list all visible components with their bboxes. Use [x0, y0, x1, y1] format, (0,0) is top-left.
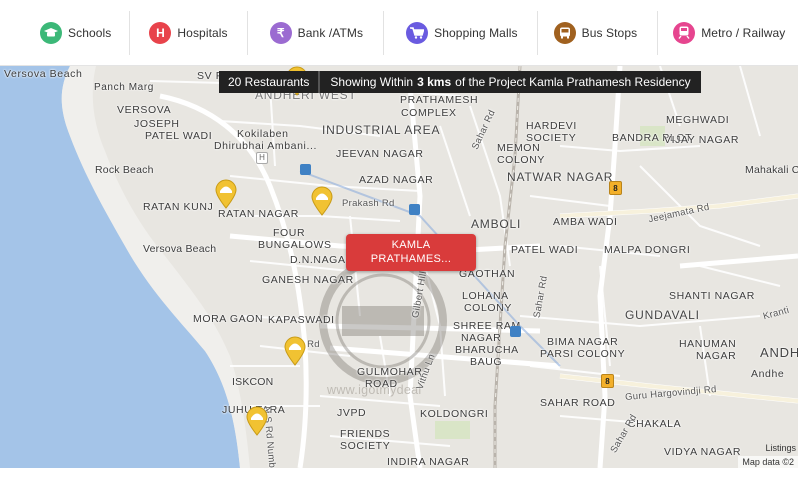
place-label: BAUG [470, 356, 503, 368]
category-bar: Schools H Hospitals ₹ Bank /ATMs Shoppin… [0, 0, 798, 66]
place-label: VIDYA NAGAR [664, 446, 742, 458]
map-attribution[interactable]: Map data ©2 [738, 456, 798, 468]
place-label: HARDEVI [526, 120, 577, 132]
place-label: ANDH [760, 345, 798, 360]
restaurant-marker-icon[interactable] [311, 186, 333, 216]
project-label-line1: KAMLA [391, 239, 431, 251]
metro-station-icon [300, 164, 311, 175]
place-label: PRATHAMESH [400, 94, 479, 106]
cart-icon [406, 21, 429, 44]
place-label: NAGAR [696, 350, 737, 362]
place-label: FRIENDS [340, 428, 391, 440]
place-label: MORA GAON [193, 313, 264, 325]
restaurant-marker-icon[interactable] [246, 406, 268, 436]
radius-distance: 3 kms [417, 75, 452, 89]
place-label: MEMON [497, 142, 541, 154]
place-label: BHARUCHA [455, 344, 519, 356]
hospital-icon: H [256, 152, 268, 164]
metro-station-icon [409, 204, 420, 215]
category-hospitals[interactable]: H Hospitals [130, 10, 248, 55]
place-label: KAPASWADI [268, 314, 335, 326]
place-label: ROAD [365, 378, 398, 390]
place-label: GUNDAVALI [625, 308, 700, 322]
results-info-bar: 20 Restaurants Showing Within 3 kms of t… [219, 71, 701, 93]
place-label: FOUR [273, 227, 306, 239]
category-label: Schools [68, 25, 112, 40]
place-label: GULMOHAR [357, 366, 423, 378]
place-label: KOLDONGRI [420, 408, 489, 420]
category-bank-atms[interactable]: ₹ Bank /ATMs [248, 10, 385, 55]
place-label: LOHANA [462, 290, 509, 302]
place-label: ISKCON [232, 376, 274, 388]
place-label: SHANTI NAGAR [669, 290, 755, 302]
place-label: BUNGALOWS [258, 239, 332, 251]
place-label: AMBA WADI [553, 216, 618, 228]
category-label: Metro / Railway [701, 25, 786, 40]
place-label: RATAN NAGAR [218, 208, 299, 220]
project-marker[interactable]: KAMLA PRATHAMES... [346, 234, 476, 271]
place-label: SOCIETY [340, 440, 391, 452]
place-label: HANUMAN [679, 338, 737, 350]
place-label: Versova Beach [143, 243, 217, 255]
place-label: AMBOLI [471, 217, 522, 231]
place-label: D.N.NAGAR [290, 254, 354, 266]
restaurant-marker-icon[interactable] [284, 336, 306, 366]
place-label: VIJAY NAGAR [664, 134, 740, 146]
place-label: MEGHWADI [666, 114, 730, 126]
place-label: Dhirubhai Ambani... [214, 140, 318, 152]
radius-prefix: Showing Within [330, 75, 414, 89]
place-label: INDUSTRIAL AREA [322, 123, 441, 137]
place-label: RATAN KUNJ [143, 201, 214, 213]
place-label: NAGAR [461, 332, 502, 344]
listings-label: Listings [765, 443, 796, 453]
highway-shield-icon: 8 [609, 181, 622, 195]
category-label: Bank /ATMs [297, 25, 364, 40]
place-label: COLONY [497, 154, 545, 166]
place-label: Kokilaben [237, 128, 289, 140]
place-label: MALPA DONGRI [604, 244, 691, 256]
project-label-line2: PRATHAMES... [370, 253, 452, 265]
category-metro-railway[interactable]: Metro / Railway [658, 11, 785, 55]
road-label: Panch Marg [94, 82, 154, 93]
place-label: VERSOVA [117, 104, 172, 116]
category-label: Shopping Malls [434, 25, 518, 40]
place-label: GANESH NAGAR [262, 274, 354, 286]
hospital-icon: H [149, 21, 172, 44]
place-label: JOSEPH [134, 118, 180, 130]
place-label: Rock Beach [95, 164, 154, 176]
category-shopping-malls[interactable]: Shopping Malls [384, 10, 538, 55]
place-label: PATEL WADI [145, 130, 213, 142]
train-icon [673, 21, 696, 44]
place-label: BIMA NAGAR [547, 336, 619, 348]
restaurant-count: 20 Restaurants [219, 71, 321, 93]
place-label: NATWAR NAGAR [507, 170, 614, 184]
category-bus-stops[interactable]: Bus Stops [538, 10, 659, 55]
place-label: Versova Beach [4, 68, 83, 80]
place-label: COLONY [464, 302, 512, 314]
place-label: AZAD NAGAR [359, 174, 434, 186]
place-label: Mahakali C [745, 164, 798, 176]
school-icon [40, 21, 62, 44]
place-label: Andhe [751, 368, 785, 380]
rupee-icon: ₹ [269, 21, 292, 44]
restaurant-marker-icon[interactable] [215, 179, 237, 209]
place-label: JEEVAN NAGAR [336, 148, 424, 160]
place-label: INDIRA NAGAR [387, 456, 470, 468]
category-schools[interactable]: Schools [0, 10, 131, 55]
highway-shield-icon: 8 [601, 374, 614, 388]
radius-description: Showing Within 3 kms of the Project Kaml… [320, 71, 700, 93]
category-label: Bus Stops [581, 25, 638, 40]
radius-suffix: of the Project Kamla Prathamesh Residenc… [455, 75, 691, 89]
category-label: Hospitals [177, 25, 228, 40]
road-label: Prakash Rd [342, 198, 395, 209]
place-label: PATEL WADI [511, 244, 579, 256]
metro-station-icon [510, 326, 521, 337]
place-label: JVPD [337, 407, 367, 419]
place-label: SAHAR ROAD [540, 397, 616, 409]
place-label: PARSI COLONY [540, 348, 626, 360]
place-label: COMPLEX [401, 107, 457, 119]
bus-icon [553, 21, 576, 44]
